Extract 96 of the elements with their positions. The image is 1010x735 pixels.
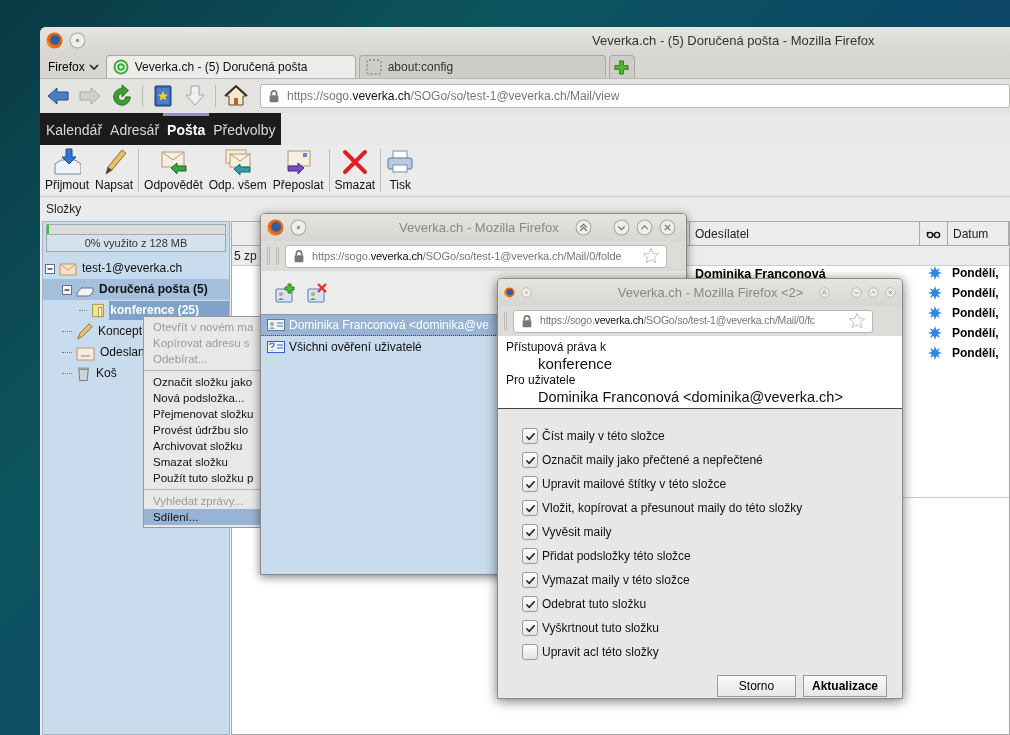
window-title: Veverka.ch - Mozilla Firefox — [399, 218, 559, 237]
date-cell-text: Pondělí, — [951, 345, 999, 362]
browser-logo-icon — [46, 32, 63, 49]
question-card-icon — [267, 340, 285, 353]
unread-star-icon[interactable] — [928, 306, 942, 320]
browser-tab[interactable]: about:config — [358, 55, 606, 78]
close-button[interactable] — [885, 284, 896, 301]
unread-star-icon[interactable] — [928, 326, 942, 340]
user-label: Pro uživatele — [506, 373, 577, 388]
minimize-button[interactable] — [612, 219, 630, 236]
browser-logo-icon — [504, 284, 515, 301]
nav-tab[interactable]: Adresář — [106, 113, 164, 145]
inbox-tray-icon — [53, 147, 81, 176]
sender-cell: Dominika Franconová — [695, 267, 826, 281]
trash-icon — [76, 365, 91, 382]
unread-star-icon[interactable] — [928, 346, 942, 360]
collapse-toggle[interactable] — [62, 284, 72, 295]
toolbar-button[interactable]: Odp. všem — [205, 145, 270, 196]
toolbar-button[interactable]: Tisk — [383, 145, 418, 196]
dialog-button[interactable]: Aktualizace — [803, 675, 887, 697]
folder-name: konference — [537, 355, 614, 373]
toolbar-button[interactable]: Přijmout — [42, 145, 92, 196]
address-field[interactable]: https://sogo.veverka.ch/SOGo/so/test-1@veverka.ch/Mail/0/folde — [285, 244, 667, 268]
rights-label: Přístupová práva k — [506, 340, 608, 355]
unread-star-icon[interactable] — [928, 286, 942, 300]
permission-checkbox[interactable]: Upravit acl této složky — [522, 643, 902, 661]
window-menu-button[interactable] — [69, 32, 86, 49]
permission-checkbox[interactable]: Vložit, kopírovat a přesunout maily do této složky — [522, 499, 902, 517]
pencil-icon — [76, 323, 93, 340]
current-folder-row[interactable]: Doručená pošta (5) — [43, 279, 229, 300]
permission-checkbox[interactable]: Vyškrtnout tuto složku — [522, 619, 902, 637]
window-title: Veverka.ch - Mozilla Firefox <2> — [617, 283, 804, 302]
plus-icon — [614, 59, 630, 75]
home-button[interactable] — [224, 84, 248, 108]
column-header[interactable]: Odesílatel — [695, 224, 750, 243]
toolbar-button[interactable]: Napsat — [92, 145, 137, 196]
permission-checkbox[interactable]: Odebrat tuto složku — [522, 595, 902, 613]
lock-icon — [267, 89, 281, 103]
collapse-toggle[interactable] — [45, 263, 55, 274]
firefox-menu-button[interactable]: Firefox — [44, 56, 103, 78]
dialog-button[interactable]: Storno — [717, 675, 796, 697]
toolbar-button[interactable]: Přeposlat — [269, 145, 327, 196]
close-button[interactable] — [658, 219, 676, 236]
date-cell-text: Pondělí, — [951, 305, 999, 322]
remove-user-button[interactable] — [307, 282, 327, 303]
caret-icon — [88, 63, 99, 71]
folder-item[interactable]: Koncept — [97, 322, 144, 341]
section-title: Složky — [46, 201, 82, 218]
back-button[interactable] — [46, 84, 70, 108]
x-icon — [340, 147, 369, 176]
shade-button[interactable] — [819, 284, 831, 301]
date-cell-text: Pondělí, — [951, 285, 999, 302]
lock-icon — [520, 314, 534, 328]
date-cell-text: Pondělí, — [951, 265, 999, 282]
bookmark-star-icon[interactable] — [642, 247, 660, 265]
add-user-button[interactable] — [275, 282, 295, 303]
permission-checkbox[interactable]: Upravit mailové štítky v této složce — [522, 475, 902, 493]
bookmark-star-icon[interactable] — [848, 312, 866, 330]
envelope-icon — [59, 261, 77, 276]
quota-text: 0% využito z 128 MB — [83, 236, 189, 251]
folder-item[interactable]: Odeslan — [99, 343, 146, 362]
envelope-icon — [76, 344, 95, 361]
permission-checkbox[interactable]: Označit maily jako přečtené a nepřečtené — [522, 451, 902, 469]
contact-card-icon — [267, 319, 285, 331]
user-name: Dominika Franconová <dominika@veverka.ch> — [537, 388, 844, 406]
new-tab-button[interactable] — [608, 55, 635, 78]
toolbar-button[interactable]: Smazat — [331, 145, 379, 196]
permission-checkbox[interactable]: Přidat podsložky této složce — [522, 547, 902, 565]
window-menu-button[interactable] — [290, 219, 307, 236]
folder-item[interactable]: test-1@veverka.ch — [81, 259, 184, 278]
lock-icon — [292, 249, 306, 263]
browser-logo-icon — [267, 219, 284, 236]
message-count: 5 zp — [234, 247, 257, 265]
address-field[interactable]: https://sogo.veverka.ch/SOGo/so/test-1@veverka.ch/Mail/view — [260, 84, 1010, 108]
nav-tab[interactable]: Předvolby — [209, 113, 280, 145]
folder-icon — [91, 302, 106, 319]
permission-checkbox[interactable]: Vymazat maily v této složce — [522, 571, 902, 589]
folder-item[interactable]: Koš — [95, 364, 118, 383]
toolbar-button[interactable]: Odpovědět — [141, 145, 206, 196]
maximize-button[interactable] — [635, 219, 653, 236]
address-field[interactable]: https://sogo.veverka.ch/SOGo/so/test-1@veverka.ch/Mail/0/fc — [513, 309, 873, 333]
folder-item[interactable]: Doručená pošta (5) — [98, 280, 209, 299]
reload-button[interactable] — [110, 84, 134, 108]
permission-checkbox[interactable]: Číst maily v této složce — [522, 427, 902, 445]
shade-button[interactable] — [574, 219, 592, 236]
nav-tab[interactable]: Kalendář — [42, 113, 107, 145]
ring-icon — [112, 59, 129, 75]
bookmarks-button[interactable] — [151, 84, 175, 108]
browser-tab[interactable]: Veverka.ch - (5) Doručená pošta — [105, 55, 356, 78]
blank-page-icon — [365, 59, 382, 75]
unread-star-icon[interactable] — [928, 266, 942, 280]
date-cell-text: Pondělí, — [951, 325, 999, 342]
column-header[interactable]: Datum — [953, 224, 989, 243]
permission-checkbox[interactable]: Vyvěsit maily — [522, 523, 902, 541]
printer-icon — [386, 147, 415, 176]
window-title: Veverka.ch - (5) Doručená pošta - Mozilla Firefox — [592, 31, 875, 50]
